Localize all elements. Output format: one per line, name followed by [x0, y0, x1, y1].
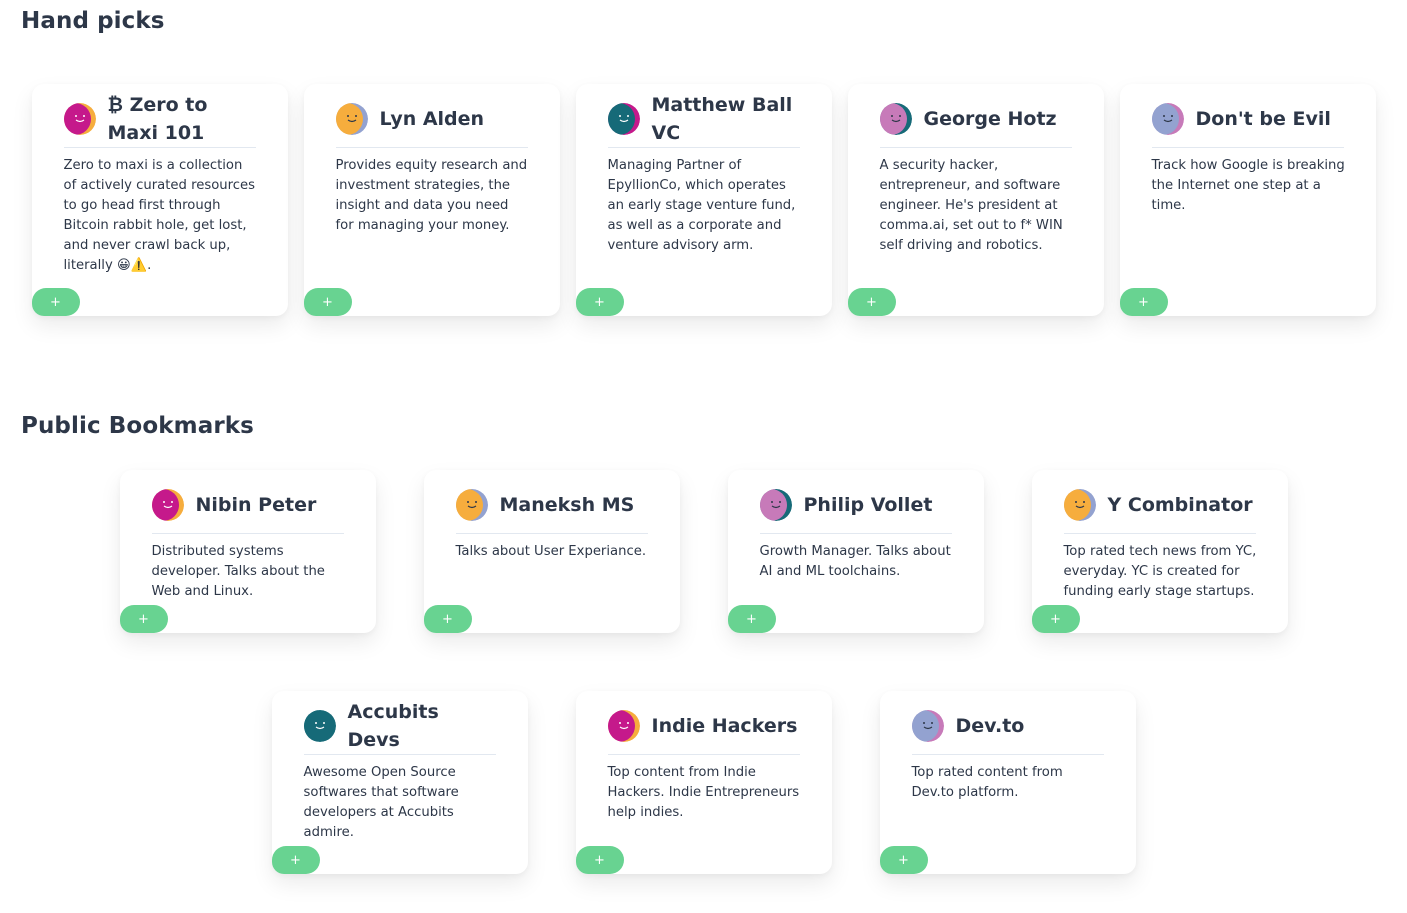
card-description: Zero to maxi is a collection of actively…: [63, 158, 256, 273]
card-description: Distributed systems developer. Talks abo…: [151, 544, 325, 599]
card-description: A security hacker, entrepreneur, and sof…: [879, 158, 1063, 253]
smiley-face-icon: [1162, 114, 1173, 122]
avatar: [1063, 488, 1096, 521]
card-header: Accubits Devs: [303, 697, 496, 755]
avatar: [335, 102, 368, 135]
avatar: [303, 709, 336, 742]
card-title: Don't be Evil: [1195, 107, 1331, 130]
add-bookmark-button[interactable]: +: [1119, 288, 1168, 316]
bookmark-card-6[interactable]: Dev.to Top rated content from Dev.to pla…: [879, 691, 1136, 874]
add-bookmark-button[interactable]: +: [879, 846, 928, 874]
card-title: Matthew Ball VC: [651, 93, 793, 144]
card-header: ₿ Zero to Maxi 101: [63, 90, 256, 148]
avatar: [1151, 102, 1184, 135]
section-title-public-bookmarks: Public Bookmarks: [21, 413, 254, 439]
add-bookmark-button[interactable]: +: [31, 288, 80, 316]
avatar: [607, 709, 640, 742]
bookmark-card-1[interactable]: Lyn Alden Provides equity research and i…: [303, 84, 560, 316]
avatar: [911, 709, 944, 742]
bookmark-card-0[interactable]: ₿ Zero to Maxi 101 Zero to maxi is a col…: [31, 84, 288, 316]
smiley-face-icon: [770, 500, 781, 508]
card-description: Top content from Indie Hackers. Indie En…: [607, 765, 800, 820]
card-description: Talks about User Experiance.: [455, 544, 647, 559]
add-bookmark-button[interactable]: +: [423, 605, 472, 633]
smiley-face-icon: [618, 114, 629, 122]
card-header: Maneksh MS: [455, 476, 648, 534]
add-bookmark-button[interactable]: +: [575, 288, 624, 316]
add-bookmark-button[interactable]: +: [119, 605, 168, 633]
smiley-face-icon: [346, 114, 357, 122]
smiley-face-icon: [890, 114, 901, 122]
bookmark-card-4[interactable]: Don't be Evil Track how Google is breaki…: [1119, 84, 1376, 316]
card-title: Accubits Devs: [347, 700, 439, 751]
smiley-face-icon: [74, 114, 85, 122]
card-title: Philip Vollet: [803, 493, 933, 516]
hand-picks-row: ₿ Zero to Maxi 101 Zero to maxi is a col…: [0, 84, 1407, 316]
bookmark-card-3[interactable]: George Hotz A security hacker, entrepren…: [847, 84, 1104, 316]
bookmark-card-1[interactable]: Maneksh MS Talks about User Experiance. …: [423, 470, 680, 633]
add-bookmark-button[interactable]: +: [271, 846, 320, 874]
smiley-face-icon: [314, 721, 325, 729]
add-bookmark-button[interactable]: +: [575, 846, 624, 874]
card-description: Top rated tech news from YC, everyday. Y…: [1063, 544, 1257, 599]
card-title: Maneksh MS: [499, 493, 635, 516]
card-header: Lyn Alden: [335, 90, 528, 148]
card-description: Track how Google is breaking the Interne…: [1151, 158, 1345, 213]
public-bookmarks-row-2: Accubits Devs Awesome Open Source softwa…: [0, 691, 1407, 874]
avatar: [151, 488, 184, 521]
card-header: Dev.to: [911, 697, 1104, 755]
public-bookmarks-row-1: Nibin Peter Distributed systems develope…: [0, 470, 1407, 633]
add-bookmark-button[interactable]: +: [1031, 605, 1080, 633]
card-header: Indie Hackers: [607, 697, 800, 755]
card-title: George Hotz: [923, 107, 1057, 130]
card-description: Top rated content from Dev.to platform.: [911, 765, 1063, 800]
smiley-face-icon: [922, 721, 933, 729]
card-title: Dev.to: [955, 714, 1025, 737]
add-bookmark-button[interactable]: +: [303, 288, 352, 316]
card-description: Managing Partner of EpyllionCo, which op…: [607, 158, 796, 253]
bookmark-card-0[interactable]: Nibin Peter Distributed systems develope…: [119, 470, 376, 633]
card-description: Provides equity research and investment …: [335, 158, 528, 233]
avatar: [879, 102, 912, 135]
card-header: Nibin Peter: [151, 476, 344, 534]
smiley-face-icon: [162, 500, 173, 508]
card-header: Matthew Ball VC: [607, 90, 800, 148]
bookmark-card-2[interactable]: Matthew Ball VC Managing Partner of Epyl…: [575, 84, 832, 316]
avatar: [455, 488, 488, 521]
avatar: [607, 102, 640, 135]
avatar: [759, 488, 792, 521]
card-title: Y Combinator: [1107, 493, 1253, 516]
avatar: [63, 102, 96, 135]
card-description: Growth Manager. Talks about AI and ML to…: [759, 544, 951, 579]
card-title: Nibin Peter: [195, 493, 317, 516]
bookmark-card-2[interactable]: Philip Vollet Growth Manager. Talks abou…: [727, 470, 984, 633]
card-title: Indie Hackers: [651, 714, 798, 737]
add-bookmark-button[interactable]: +: [727, 605, 776, 633]
section-title-hand-picks: Hand picks: [21, 8, 165, 34]
card-title: ₿ Zero to Maxi 101: [107, 93, 208, 144]
bookmark-card-4[interactable]: Accubits Devs Awesome Open Source softwa…: [271, 691, 528, 874]
bookmark-card-5[interactable]: Indie Hackers Top content from Indie Hac…: [575, 691, 832, 874]
card-header: Don't be Evil: [1151, 90, 1344, 148]
card-header: Y Combinator: [1063, 476, 1256, 534]
smiley-face-icon: [466, 500, 477, 508]
add-bookmark-button[interactable]: +: [847, 288, 896, 316]
card-title: Lyn Alden: [379, 107, 485, 130]
bookmark-card-3[interactable]: Y Combinator Top rated tech news from YC…: [1031, 470, 1288, 633]
card-description: Awesome Open Source softwares that softw…: [303, 765, 459, 840]
smiley-face-icon: [1074, 500, 1085, 508]
card-header: George Hotz: [879, 90, 1072, 148]
card-header: Philip Vollet: [759, 476, 952, 534]
smiley-face-icon: [618, 721, 629, 729]
